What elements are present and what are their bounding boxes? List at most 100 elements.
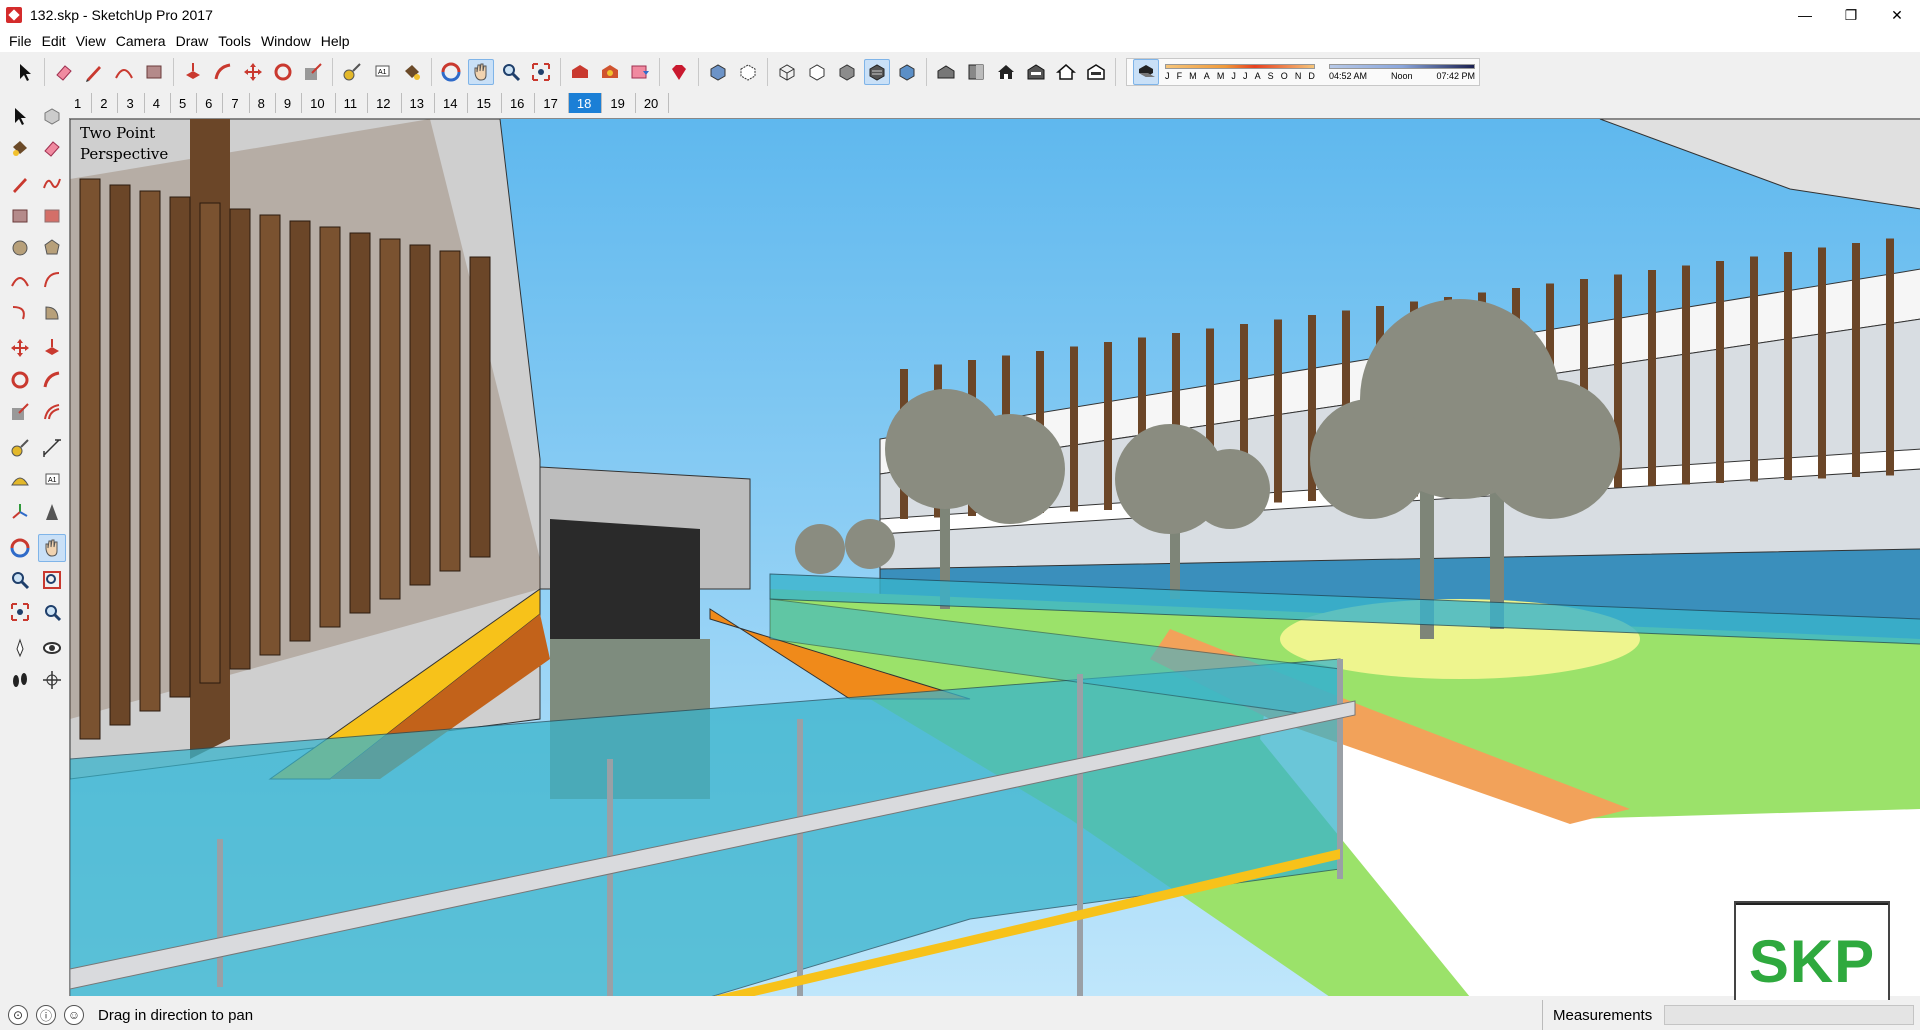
close-button[interactable]: ✕ xyxy=(1874,0,1920,30)
previous-view-icon[interactable] xyxy=(38,598,66,626)
eraser-icon[interactable] xyxy=(38,134,66,162)
scene-tab[interactable]: 20 xyxy=(636,93,670,113)
shadow-month-slider[interactable]: J F M A M J J A S O N D xyxy=(1165,63,1315,81)
paint-bucket-icon[interactable] xyxy=(399,59,425,85)
freehand-icon[interactable] xyxy=(38,170,66,198)
follow-me-icon[interactable] xyxy=(38,366,66,394)
extension-warehouse-icon[interactable] xyxy=(597,59,623,85)
shaded-icon[interactable] xyxy=(834,59,860,85)
minimize-button[interactable]: — xyxy=(1782,0,1828,30)
dimension-icon[interactable] xyxy=(38,434,66,462)
walk-icon[interactable] xyxy=(6,666,34,694)
pan-icon[interactable] xyxy=(468,59,494,85)
menu-edit[interactable]: Edit xyxy=(37,33,71,49)
zoom-window-icon[interactable] xyxy=(38,566,66,594)
look-around-icon[interactable] xyxy=(38,634,66,662)
top-view-icon[interactable] xyxy=(963,59,989,85)
scene-tab[interactable]: 14 xyxy=(435,93,469,113)
move-icon[interactable] xyxy=(6,334,34,362)
menu-camera[interactable]: Camera xyxy=(111,33,171,49)
3d-warehouse-icon[interactable] xyxy=(567,59,593,85)
scale-icon[interactable] xyxy=(6,398,34,426)
scene-tab[interactable]: 1 xyxy=(66,93,93,113)
scene-tab[interactable]: 13 xyxy=(402,93,436,113)
3d-text-icon[interactable] xyxy=(38,498,66,526)
push-pull-icon[interactable] xyxy=(38,334,66,362)
orbit-icon[interactable] xyxy=(6,534,34,562)
scene-tab[interactable]: 8 xyxy=(250,93,276,113)
select-icon[interactable] xyxy=(6,102,34,130)
orbit-icon[interactable] xyxy=(438,59,464,85)
three-point-arc-icon[interactable] xyxy=(6,298,34,326)
circle-icon[interactable] xyxy=(6,234,34,262)
move-icon[interactable] xyxy=(240,59,266,85)
pan-icon[interactable] xyxy=(38,534,66,562)
right-view-icon[interactable] xyxy=(1023,59,1049,85)
shadow-time-slider[interactable]: 04:52 AM Noon 07:42 PM xyxy=(1329,63,1475,81)
arc-icon[interactable] xyxy=(6,266,34,294)
ruby-icon[interactable] xyxy=(666,59,692,85)
text-icon[interactable]: A1 xyxy=(369,59,395,85)
scene-tab[interactable]: 16 xyxy=(502,93,536,113)
menu-help[interactable]: Help xyxy=(316,33,355,49)
iso-view-icon[interactable] xyxy=(933,59,959,85)
make-component-icon[interactable] xyxy=(38,102,66,130)
zoom-extents-icon[interactable] xyxy=(6,598,34,626)
scene-tab[interactable]: 18 xyxy=(568,93,603,113)
scene-tab[interactable]: 5 xyxy=(171,93,198,113)
wireframe-icon[interactable] xyxy=(774,59,800,85)
two-point-arc-icon[interactable] xyxy=(38,266,66,294)
protractor-icon[interactable] xyxy=(6,466,34,494)
hidden-line-icon[interactable] xyxy=(804,59,830,85)
geo-location-icon[interactable]: ⊙ xyxy=(8,1005,28,1025)
scene-tab[interactable]: 15 xyxy=(468,93,502,113)
rotated-rectangle-icon[interactable] xyxy=(38,202,66,230)
front-view-icon[interactable] xyxy=(993,59,1019,85)
rotate-icon[interactable] xyxy=(6,366,34,394)
left-view-icon[interactable] xyxy=(1083,59,1109,85)
zoom-icon[interactable] xyxy=(498,59,524,85)
arc-icon[interactable] xyxy=(111,59,137,85)
scene-tab[interactable]: 9 xyxy=(276,93,303,113)
menu-draw[interactable]: Draw xyxy=(171,33,214,49)
menu-tools[interactable]: Tools xyxy=(213,33,256,49)
tape-measure-icon[interactable] xyxy=(339,59,365,85)
rotate-icon[interactable] xyxy=(270,59,296,85)
measurements-input[interactable] xyxy=(1664,1005,1914,1025)
scene-tab[interactable]: 12 xyxy=(368,93,402,113)
back-view-icon[interactable] xyxy=(1053,59,1079,85)
back-edges-icon[interactable] xyxy=(735,59,761,85)
scene-tab[interactable]: 11 xyxy=(336,93,369,113)
line-icon[interactable] xyxy=(6,170,34,198)
scene-tab[interactable]: 10 xyxy=(302,93,336,113)
follow-me-icon[interactable] xyxy=(210,59,236,85)
scene-tab[interactable]: 2 xyxy=(92,93,119,113)
offset-icon[interactable] xyxy=(38,398,66,426)
axes-icon[interactable] xyxy=(6,498,34,526)
text-icon[interactable]: A1 xyxy=(38,466,66,494)
menu-file[interactable]: File xyxy=(4,33,37,49)
rectangle-icon[interactable] xyxy=(141,59,167,85)
pencil-icon[interactable] xyxy=(81,59,107,85)
pie-icon[interactable] xyxy=(38,298,66,326)
credits-icon[interactable]: ⓘ xyxy=(36,1005,56,1025)
monochrome-icon[interactable] xyxy=(894,59,920,85)
menu-window[interactable]: Window xyxy=(256,33,316,49)
shaded-textures-icon[interactable] xyxy=(864,59,890,85)
polygon-icon[interactable] xyxy=(38,234,66,262)
menu-view[interactable]: View xyxy=(71,33,111,49)
scene-tab[interactable]: 7 xyxy=(223,93,250,113)
eraser-icon[interactable] xyxy=(51,59,77,85)
zoom-icon[interactable] xyxy=(6,566,34,594)
maximize-button[interactable]: ❐ xyxy=(1828,0,1874,30)
scale-icon[interactable] xyxy=(300,59,326,85)
scene-tab[interactable]: 3 xyxy=(118,93,145,113)
section-plane-icon[interactable] xyxy=(38,666,66,694)
position-camera-icon[interactable] xyxy=(6,634,34,662)
model-viewport[interactable]: Two Point Perspective xyxy=(69,118,1920,996)
layout-icon[interactable] xyxy=(627,59,653,85)
paint-bucket-icon[interactable] xyxy=(6,134,34,162)
push-pull-icon[interactable] xyxy=(180,59,206,85)
scene-tab[interactable]: 6 xyxy=(197,93,224,113)
select-icon[interactable] xyxy=(12,59,38,85)
